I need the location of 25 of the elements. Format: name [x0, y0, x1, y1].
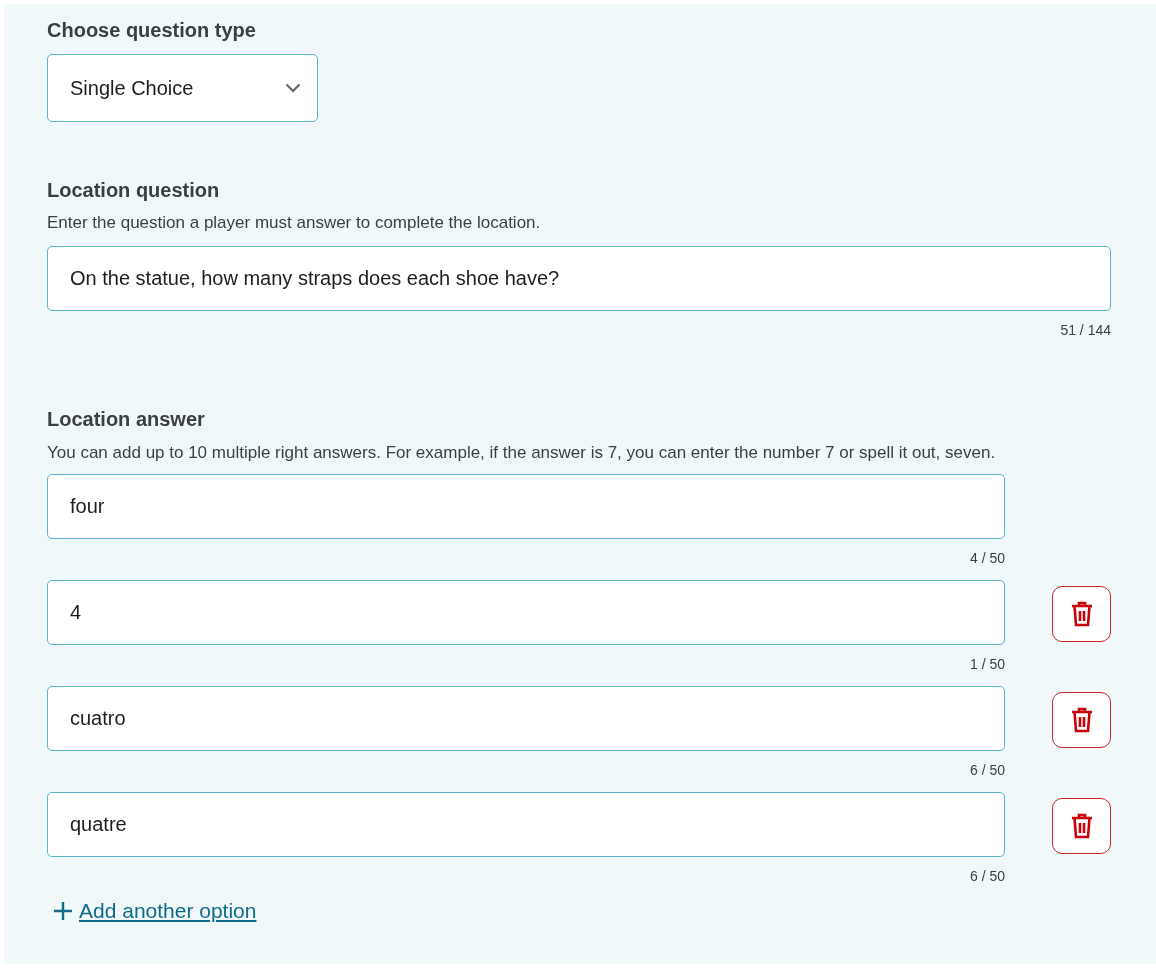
- chevron-down-icon: [285, 83, 301, 93]
- trash-icon: [1070, 813, 1093, 839]
- section-heading: Location answer: [47, 407, 206, 431]
- question-input[interactable]: On the statue, how many straps does each shoe have?: [47, 246, 1111, 311]
- section-heading: Location question: [47, 178, 221, 202]
- delete-button[interactable]: [1052, 692, 1111, 748]
- answer-input[interactable]: cuatro: [47, 686, 1005, 751]
- section-description: You can add up to 10 multiple right answers. For example, if the answer is 7, you can enter the number 7 or spell it out, seven.: [47, 442, 997, 464]
- character-counter: 6 / 50: [968, 761, 1005, 779]
- add-option-link[interactable]: Add another option: [53, 895, 257, 927]
- trash-icon: [1070, 707, 1093, 733]
- answer-input[interactable]: quatre: [47, 792, 1005, 857]
- question-type-select[interactable]: Single Choice: [47, 54, 318, 122]
- character-counter: 6 / 50: [968, 867, 1005, 885]
- character-counter: 51 / 144: [1059, 321, 1111, 339]
- character-counter: 1 / 50: [968, 655, 1005, 673]
- character-counter: 4 / 50: [968, 549, 1005, 567]
- plus-icon: [53, 900, 73, 921]
- delete-button[interactable]: [1052, 798, 1111, 854]
- answer-input[interactable]: 4: [47, 580, 1005, 645]
- section-description: Enter the question a player must answer to complete the location.: [47, 212, 542, 234]
- delete-button[interactable]: [1052, 586, 1111, 642]
- field-label: Choose question type: [47, 18, 257, 42]
- answer-input[interactable]: four: [47, 474, 1005, 539]
- trash-icon: [1070, 601, 1093, 627]
